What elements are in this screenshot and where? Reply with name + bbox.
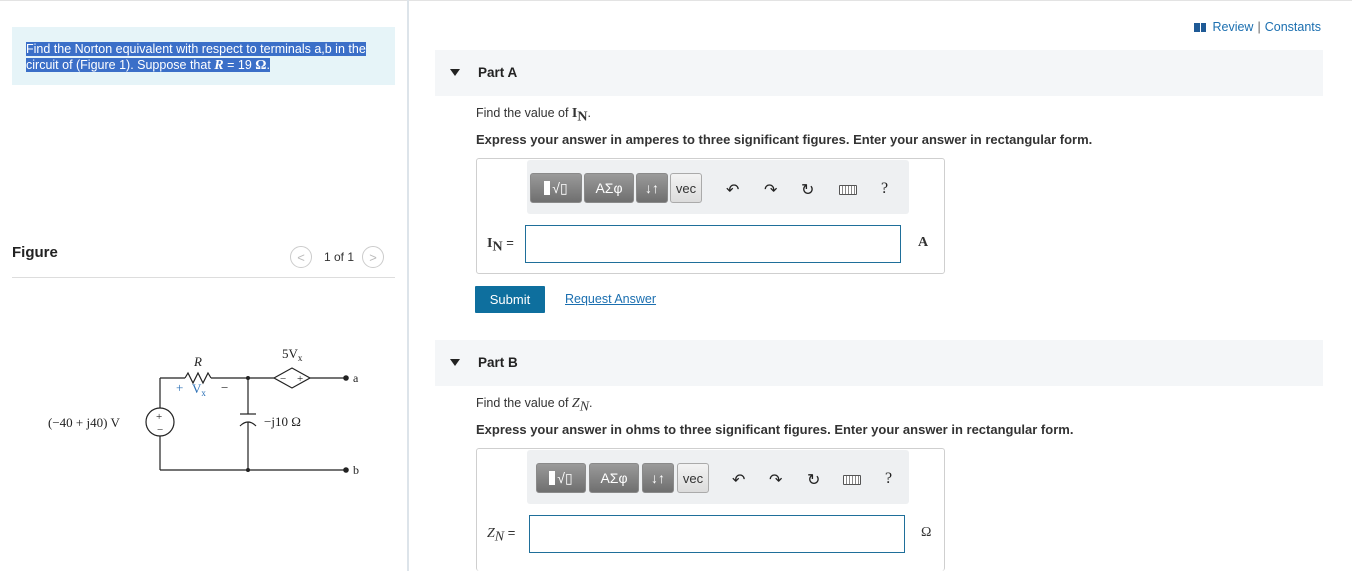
greek-symbols-button[interactable]: ΑΣφ: [584, 173, 634, 203]
part-a-answer-label: IN =: [487, 235, 514, 255]
chevron-right-icon: >: [369, 249, 377, 265]
part-b-answer-label: ZN =: [487, 525, 516, 545]
math-toolbar: √▯ ΑΣφ ↓↑ vec ↶ ↷ ↻ ?: [527, 160, 909, 214]
part-a-answer-input[interactable]: [525, 225, 901, 263]
reset-icon[interactable]: ↻: [801, 180, 814, 200]
template-square-icon: [544, 181, 551, 195]
collapse-triangle-icon[interactable]: [450, 359, 460, 366]
terminal-b-node: [343, 467, 349, 473]
terminal-a-node: [343, 375, 349, 381]
help-icon[interactable]: ?: [881, 180, 888, 198]
figure-divider: [12, 277, 395, 278]
problem-statement: Find the Norton equivalent with respect …: [12, 27, 395, 85]
redo-icon[interactable]: ↷: [764, 180, 777, 200]
reset-icon[interactable]: ↻: [807, 470, 820, 490]
submit-button[interactable]: Submit: [475, 286, 545, 313]
undo-icon[interactable]: ↶: [726, 180, 739, 200]
vector-button[interactable]: vec: [670, 173, 702, 203]
prev-figure-button[interactable]: <: [290, 246, 312, 268]
part-b-answer-input[interactable]: [529, 515, 905, 553]
part-b-header[interactable]: Part B: [435, 340, 1323, 386]
problem-text: Find the Norton equivalent with respect …: [26, 41, 386, 74]
keyboard-icon[interactable]: [839, 185, 857, 195]
vx-label: Vx: [192, 381, 206, 398]
chevron-left-icon: <: [297, 249, 305, 265]
part-b-question: Find the value of ZN.: [476, 396, 593, 415]
book-icon: [1194, 22, 1207, 32]
part-a-instruction: Express your answer in amperes to three …: [476, 132, 1093, 147]
part-b-answer-row: ZN = Ω: [477, 515, 944, 553]
node: [246, 468, 250, 472]
template-square-icon: [549, 471, 556, 485]
part-b-label: Part B: [478, 355, 518, 370]
arrows-button[interactable]: ↓↑: [642, 463, 674, 493]
source-value-label: (−40 + j40) V: [48, 415, 120, 430]
vector-button[interactable]: vec: [677, 463, 709, 493]
node: [246, 376, 250, 380]
part-a-header[interactable]: Part A: [435, 50, 1323, 96]
request-answer-link[interactable]: Request Answer: [565, 292, 656, 306]
review-constants-links: Review | Constants: [1194, 20, 1321, 34]
keyboard-icon[interactable]: [843, 475, 861, 485]
terminal-b-label: b: [353, 463, 359, 477]
undo-icon[interactable]: ↶: [732, 470, 745, 490]
part-a-answer-row: IN = A: [477, 225, 944, 263]
problem-line-1: Find the Norton equivalent with respect …: [26, 42, 366, 56]
review-link[interactable]: Review: [1212, 20, 1253, 34]
part-a-question: Find the value of IN.: [476, 106, 591, 125]
math-toolbar: √▯ ΑΣφ ↓↑ vec ↶ ↷ ↻ ?: [527, 450, 909, 504]
arrows-button[interactable]: ↓↑: [636, 173, 668, 203]
part-a-unit: A: [918, 235, 929, 250]
dep-source-plus: +: [297, 373, 303, 385]
problem-line-2: circuit of (Figure 1). Suppose that R = …: [26, 58, 270, 73]
resistor-label: R: [193, 354, 202, 369]
part-a-answer-box: √▯ ΑΣφ ↓↑ vec ↶ ↷ ↻ ? IN = A: [476, 158, 945, 274]
figure-page-indicator: 1 of 1: [324, 250, 355, 264]
vx-plus: +: [176, 380, 183, 395]
next-figure-button[interactable]: >: [362, 246, 385, 268]
part-b-unit: Ω: [921, 525, 932, 540]
dep-source-label: 5Vx: [282, 346, 303, 363]
figure-title: Figure: [12, 244, 58, 261]
redo-icon[interactable]: ↷: [769, 470, 782, 490]
dep-source-minus: −: [280, 373, 286, 385]
templates-button[interactable]: √▯: [536, 463, 586, 493]
left-pane: Find the Norton equivalent with respect …: [0, 0, 408, 571]
part-a-label: Part A: [478, 65, 518, 80]
terminal-a-label: a: [353, 371, 359, 385]
pane-divider[interactable]: [407, 0, 409, 571]
figure-pager: < 1 of 1 >: [290, 246, 385, 268]
greek-symbols-button[interactable]: ΑΣφ: [589, 463, 639, 493]
source-plus: +: [156, 411, 162, 423]
separator: |: [1257, 20, 1261, 34]
part-b-answer-box: √▯ ΑΣφ ↓↑ vec ↶ ↷ ↻ ? ZN = Ω: [476, 448, 945, 571]
circuit-diagram: R + Vx − 5Vx − + + − (−40 + j40) V −j10 …: [48, 346, 359, 477]
part-b-instruction: Express your answer in ohms to three sig…: [476, 422, 1074, 437]
templates-button[interactable]: √▯: [530, 173, 582, 203]
source-minus: −: [157, 424, 163, 436]
capacitor-label: −j10 Ω: [264, 414, 301, 429]
collapse-triangle-icon[interactable]: [450, 69, 460, 76]
constants-link[interactable]: Constants: [1265, 20, 1321, 34]
help-icon[interactable]: ?: [885, 470, 892, 488]
vx-minus: −: [221, 380, 228, 395]
